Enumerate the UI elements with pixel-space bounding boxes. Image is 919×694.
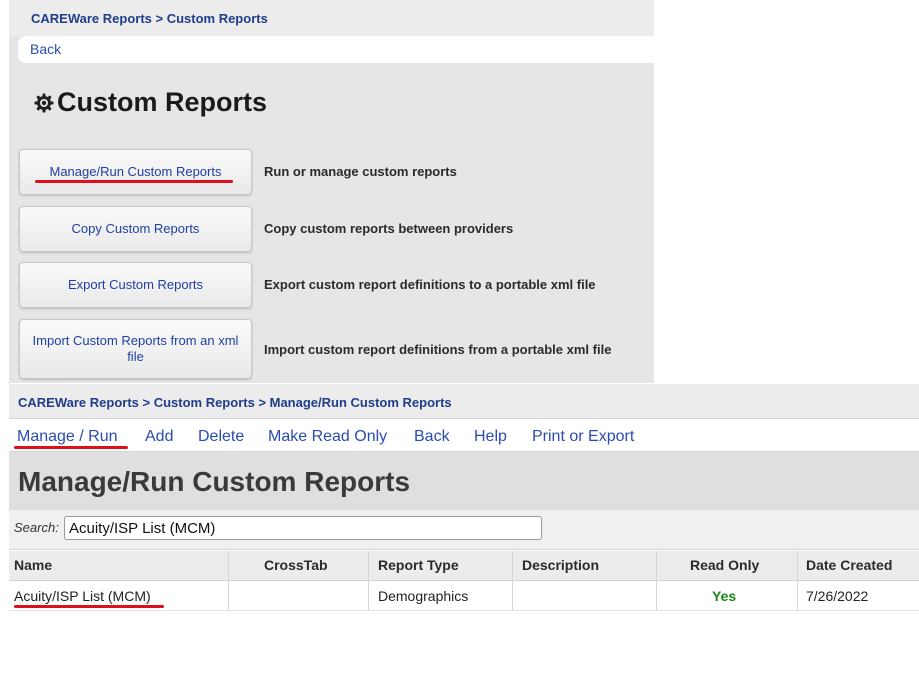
cell-read-only: Yes bbox=[712, 588, 737, 604]
column-divider bbox=[228, 551, 229, 611]
column-header-date-created[interactable]: Date Created bbox=[806, 557, 892, 573]
back-link[interactable]: Back bbox=[414, 428, 450, 446]
cell-report-type: Demographics bbox=[378, 588, 469, 604]
make-read-only-link[interactable]: Make Read Only bbox=[268, 428, 387, 446]
breadcrumb-text[interactable]: CAREWare Reports > Custom Reports > Mana… bbox=[18, 395, 452, 410]
breadcrumb: CAREWare Reports > Custom Reports > Mana… bbox=[9, 384, 919, 418]
column-header-crosstab[interactable]: CrossTab bbox=[264, 557, 328, 573]
manage-run-custom-reports-button[interactable]: Manage/Run Custom Reports bbox=[19, 149, 252, 195]
delete-link[interactable]: Delete bbox=[198, 428, 244, 446]
top-toolbar: Back bbox=[18, 36, 654, 63]
column-divider bbox=[656, 551, 657, 611]
column-header-name[interactable]: Name bbox=[14, 557, 52, 573]
copy-description: Copy custom reports between providers bbox=[264, 221, 514, 236]
help-link[interactable]: Help bbox=[474, 428, 507, 446]
page-title: Custom Reports bbox=[34, 87, 267, 118]
annotation-underline bbox=[35, 180, 233, 183]
breadcrumb-text[interactable]: CAREWare Reports > Custom Reports bbox=[31, 11, 268, 26]
column-header-read-only[interactable]: Read Only bbox=[690, 557, 759, 573]
table-header bbox=[9, 551, 919, 581]
add-link[interactable]: Add bbox=[145, 428, 173, 446]
column-header-report-type[interactable]: Report Type bbox=[378, 557, 459, 573]
back-link[interactable]: Back bbox=[30, 41, 61, 57]
manage-run-tab[interactable]: Manage / Run bbox=[17, 428, 118, 446]
import-custom-reports-button[interactable]: Import Custom Reports from an xml file bbox=[19, 319, 252, 379]
gear-icon bbox=[34, 93, 54, 112]
breadcrumb: CAREWare Reports > Custom Reports bbox=[9, 0, 654, 36]
column-divider bbox=[368, 551, 369, 611]
manage-run-description: Run or manage custom reports bbox=[264, 164, 457, 179]
search-input[interactable] bbox=[64, 516, 542, 540]
page-title: Manage/Run Custom Reports bbox=[18, 466, 411, 497]
export-description: Export custom report definitions to a po… bbox=[264, 277, 596, 292]
search-label: Search: bbox=[14, 520, 59, 535]
annotation-underline bbox=[14, 446, 128, 449]
column-header-description[interactable]: Description bbox=[522, 557, 599, 573]
column-divider bbox=[797, 551, 798, 611]
page-title-text: Custom Reports bbox=[57, 87, 268, 117]
cell-name[interactable]: Acuity/ISP List (MCM) bbox=[14, 588, 151, 604]
copy-custom-reports-button[interactable]: Copy Custom Reports bbox=[19, 206, 252, 252]
annotation-underline bbox=[14, 605, 164, 608]
column-divider bbox=[512, 551, 513, 611]
import-description: Import custom report definitions from a … bbox=[264, 342, 612, 357]
print-export-link[interactable]: Print or Export bbox=[532, 428, 634, 446]
export-custom-reports-button[interactable]: Export Custom Reports bbox=[19, 262, 252, 308]
cell-date-created: 7/26/2022 bbox=[806, 588, 869, 604]
toolbar: Manage / Run Add Delete Make Read Only B… bbox=[9, 418, 919, 452]
